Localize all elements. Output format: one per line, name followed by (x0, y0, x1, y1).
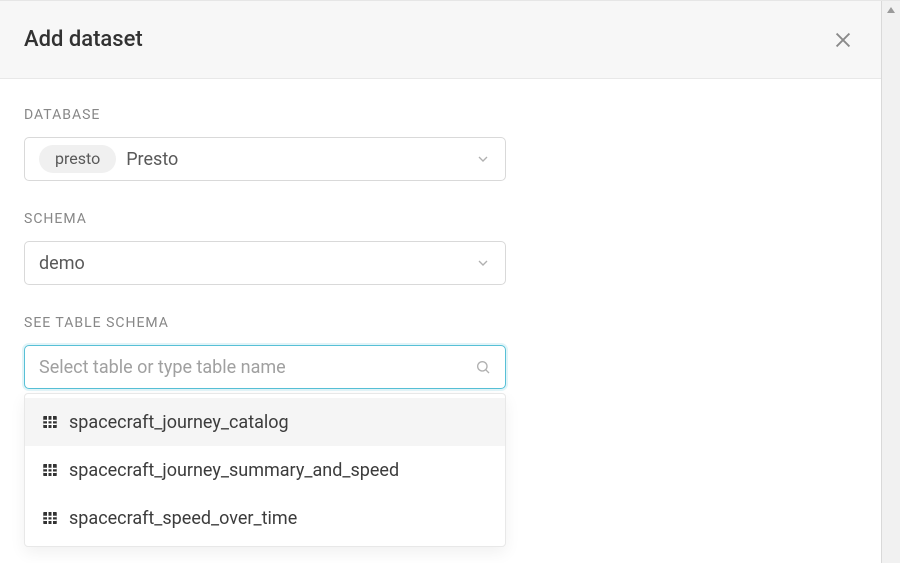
vertical-scrollbar[interactable] (882, 1, 900, 563)
modal: Add dataset DATABASE presto Presto (0, 0, 900, 563)
field-table: SEE TABLE SCHEMA Select table or type ta… (24, 315, 857, 389)
modal-title: Add dataset (24, 27, 143, 52)
database-select[interactable]: presto Presto (24, 137, 506, 181)
field-label-schema: SCHEMA (24, 211, 857, 227)
field-label-table: SEE TABLE SCHEMA (24, 315, 857, 331)
modal-main: Add dataset DATABASE presto Presto (0, 1, 882, 563)
table-option[interactable]: spacecraft_journey_catalog (25, 398, 505, 446)
table-placeholder: Select table or type table name (39, 357, 286, 378)
schema-value: demo (39, 253, 85, 274)
table-dropdown: spacecraft_journey_catalog spacecraft_jo… (24, 393, 506, 547)
field-database: DATABASE presto Presto (24, 107, 857, 181)
table-icon (41, 461, 59, 479)
field-schema: SCHEMA demo (24, 211, 857, 285)
database-value: Presto (126, 149, 178, 170)
close-icon (832, 29, 854, 51)
table-option-label: spacecraft_speed_over_time (69, 508, 297, 529)
scroll-up-arrow-icon (882, 1, 900, 19)
close-button[interactable] (829, 26, 857, 54)
modal-header: Add dataset (0, 1, 881, 79)
field-label-database: DATABASE (24, 107, 857, 123)
chevron-down-icon (475, 255, 491, 271)
scrollbar-track (882, 19, 900, 563)
table-option-label: spacecraft_journey_summary_and_speed (69, 460, 399, 481)
database-engine-badge: presto (39, 145, 116, 174)
table-search-input[interactable]: Select table or type table name (24, 345, 506, 389)
table-option-label: spacecraft_journey_catalog (69, 412, 289, 433)
schema-select[interactable]: demo (24, 241, 506, 285)
table-option[interactable]: spacecraft_speed_over_time (25, 494, 505, 542)
table-option[interactable]: spacecraft_journey_summary_and_speed (25, 446, 505, 494)
chevron-down-icon (475, 151, 491, 167)
modal-body: DATABASE presto Presto SCHEMA demo (0, 79, 881, 563)
table-icon (41, 413, 59, 431)
table-icon (41, 509, 59, 527)
search-icon (475, 359, 491, 375)
